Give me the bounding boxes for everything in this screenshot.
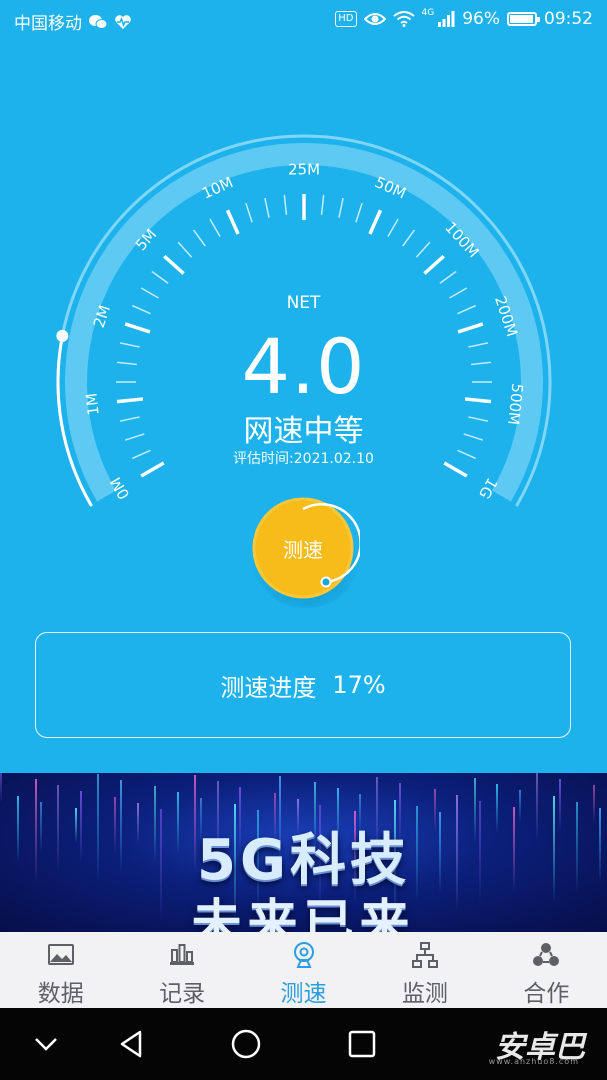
health-icon bbox=[115, 14, 131, 29]
recents-icon[interactable] bbox=[344, 1026, 380, 1062]
clock: 09:52 bbox=[544, 9, 593, 29]
progress-percent: 17% bbox=[332, 671, 386, 699]
gauge-minor-tick bbox=[283, 194, 288, 215]
tab-cooperation-label: 合作 bbox=[523, 981, 570, 1007]
image-icon bbox=[47, 944, 74, 965]
speed-level: 网速中等 bbox=[243, 414, 364, 449]
signal-icon bbox=[438, 11, 455, 27]
status-bar: 中国移动 HD 4G 96% 09:52 bbox=[0, 0, 607, 42]
net-label: NET bbox=[286, 293, 321, 313]
network-icon bbox=[411, 942, 438, 968]
progress-label: 测速进度 bbox=[220, 673, 317, 702]
back-icon[interactable] bbox=[114, 1026, 150, 1062]
battery-percent: 96% bbox=[462, 9, 500, 29]
tab-monitor-label: 监测 bbox=[401, 981, 448, 1007]
status-left: 中国移动 bbox=[14, 9, 132, 34]
gauge-minor-tick bbox=[264, 197, 270, 218]
gauge-minor-tick bbox=[439, 270, 457, 284]
status-right: HD 4G 96% 09:52 bbox=[335, 8, 593, 29]
hd-icon: HD bbox=[335, 11, 357, 27]
home-icon[interactable] bbox=[228, 1026, 264, 1062]
gauge-minor-tick bbox=[177, 241, 193, 258]
speed-test-button[interactable] bbox=[246, 494, 360, 608]
tab-cooperation[interactable]: 合作 bbox=[486, 932, 607, 1008]
speed-value: 4.0 bbox=[241, 322, 366, 411]
tab-data[interactable]: 数据 bbox=[0, 932, 121, 1008]
gauge-minor-tick bbox=[415, 241, 431, 258]
gauge-minor-tick bbox=[192, 229, 206, 247]
battery-icon bbox=[507, 12, 540, 26]
bottom-tab-bar: 数据 记录 测速 监测 合作 bbox=[0, 932, 607, 1008]
carrier-name: 中国移动 bbox=[14, 14, 82, 34]
tab-speed-test-label: 测速 bbox=[280, 981, 327, 1007]
gauge-minor-tick bbox=[338, 197, 344, 218]
gauge-major-tick bbox=[368, 209, 383, 235]
tab-records-label: 记录 bbox=[159, 981, 206, 1007]
gauge-major-tick bbox=[225, 209, 240, 235]
chevron-down-icon[interactable] bbox=[28, 1026, 64, 1062]
wechat-icon bbox=[89, 14, 108, 29]
banner-subtitle: 未来已来 bbox=[191, 894, 416, 933]
gauge-minor-tick bbox=[387, 218, 399, 237]
tab-speed-test[interactable]: 测速 bbox=[243, 932, 364, 1008]
cooperation-icon bbox=[533, 943, 560, 966]
gauge-major-tick bbox=[423, 254, 445, 275]
gauge-scale-label: 25M bbox=[288, 161, 320, 179]
gauge-minor-tick bbox=[320, 194, 325, 215]
gauge-minor-tick bbox=[355, 202, 363, 223]
promo-banner[interactable]: 5G科技 未来已来 bbox=[0, 773, 607, 933]
gauge-minor-tick bbox=[209, 218, 221, 237]
gauge-minor-tick bbox=[402, 229, 416, 247]
tab-data-label: 数据 bbox=[37, 981, 84, 1007]
gauge-minor-tick bbox=[151, 270, 169, 284]
gauge-scale-label: 0M bbox=[107, 474, 134, 502]
tab-monitor[interactable]: 监测 bbox=[364, 932, 485, 1008]
eye-icon bbox=[363, 13, 386, 25]
bar-chart-icon bbox=[170, 944, 195, 965]
battery-fill bbox=[510, 15, 534, 23]
speed-test-progress: 测速进度 17% bbox=[35, 632, 571, 738]
evaluation-time: 评估时间:2021.02.10 bbox=[233, 451, 374, 467]
gauge-scale-label: 1G bbox=[475, 475, 501, 502]
network-type: 4G bbox=[421, 8, 435, 18]
gauge-major-tick bbox=[163, 254, 185, 275]
gauge-minor-tick bbox=[245, 202, 253, 223]
banner-light-streak bbox=[0, 773, 2, 803]
tab-records[interactable]: 记录 bbox=[121, 932, 242, 1008]
wifi-icon bbox=[392, 11, 415, 27]
watermark-url: www.anzhuo8.com bbox=[488, 1057, 579, 1066]
webcam-icon bbox=[293, 942, 314, 968]
system-nav-bar: 安卓巴 www.anzhuo8.com bbox=[0, 1008, 607, 1080]
